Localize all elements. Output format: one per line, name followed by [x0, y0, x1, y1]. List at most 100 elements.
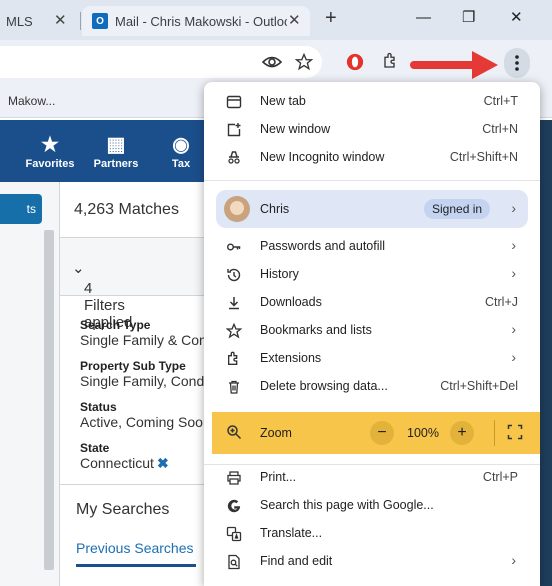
left-action-button[interactable]: ts	[0, 194, 42, 224]
fullscreen-icon[interactable]	[507, 424, 523, 440]
menu-new-tab[interactable]: New tab Ctrl+T	[204, 88, 540, 116]
menu-shortcut: Ctrl+P	[482, 470, 518, 484]
match-count: 4,263 Matches	[74, 201, 179, 218]
bookmark-item[interactable]: Makow...	[8, 94, 55, 108]
extensions-icon	[228, 351, 238, 365]
download-icon	[229, 297, 239, 310]
google-icon	[227, 499, 241, 513]
nav-tax[interactable]: ◉ Tax	[151, 134, 211, 170]
menu-shortcut: Ctrl+Shift+N	[449, 150, 518, 164]
menu-label: Print...	[260, 470, 297, 484]
menu-search-google[interactable]: Search this page with Google...	[204, 492, 540, 520]
menu-label: New window	[260, 122, 331, 136]
chevron-right-icon: ›	[511, 552, 516, 568]
menu-delete-data[interactable]: Delete browsing data... Ctrl+Shift+Del	[204, 373, 540, 401]
menu-kebab-icon[interactable]	[510, 53, 524, 73]
menu-zoom: Zoom − 100% +	[212, 412, 540, 454]
restore-button[interactable]: ❐	[462, 10, 475, 25]
active-tab-indicator	[76, 564, 196, 567]
zoom-out-button[interactable]: −	[370, 421, 394, 445]
trash-icon	[229, 380, 239, 394]
find-icon	[228, 554, 240, 570]
menu-label: Passwords and autofill	[260, 239, 386, 253]
outlook-icon: O	[92, 13, 108, 29]
chrome-menu: New tab Ctrl+T New window Ctrl+N New Inc…	[204, 82, 540, 586]
menu-incognito[interactable]: New Incognito window Ctrl+Shift+N	[204, 144, 540, 172]
filters-label: ⌄ 4 Filters applied	[72, 260, 133, 331]
chevron-right-icon: ›	[511, 265, 516, 281]
menu-divider	[204, 180, 540, 181]
address-bar[interactable]	[0, 46, 322, 78]
globe-icon: ◉	[172, 134, 190, 156]
menu-shortcut: Ctrl+Shift+Del	[440, 379, 518, 393]
menu-label: Translate...	[260, 526, 323, 540]
menu-find-edit[interactable]: Find and edit ›	[204, 548, 540, 576]
tab-outlook[interactable]: O Mail - Chris Makowski - Outlook ✕	[82, 6, 310, 36]
remove-filter-icon[interactable]: ✖	[157, 455, 169, 471]
menu-label: Search this page with Google...	[260, 498, 434, 512]
menu-translate[interactable]: Translate...	[204, 520, 540, 548]
left-column: ts	[0, 182, 60, 586]
chevron-right-icon: ›	[511, 349, 516, 365]
star-icon	[226, 323, 242, 339]
menu-label: Bookmarks and lists	[260, 323, 372, 337]
signed-in-badge: Signed in	[424, 199, 491, 219]
partners-icon: ▦	[106, 134, 126, 156]
zoom-label: Zoom	[260, 426, 292, 440]
scrollbar[interactable]	[44, 230, 54, 570]
tab-mls[interactable]: MLS ✕	[0, 6, 78, 36]
new-window-icon	[227, 123, 241, 137]
tab-strip: MLS ✕ O Mail - Chris Makowski - Outlook …	[0, 0, 552, 40]
printer-icon	[227, 471, 241, 485]
tab-title: MLS	[6, 13, 33, 29]
menu-print[interactable]: Print... Ctrl+P	[204, 464, 540, 492]
menu-shortcut: Ctrl+N	[482, 122, 518, 136]
annotation-arrow-head	[472, 51, 498, 79]
chevron-right-icon: ›	[511, 237, 516, 253]
close-window-button[interactable]: ✕	[510, 10, 523, 25]
incognito-icon	[228, 151, 240, 164]
menu-downloads[interactable]: Downloads Ctrl+J	[204, 289, 540, 317]
extensions-icon[interactable]	[382, 52, 400, 70]
nav-label: Favorites	[25, 158, 75, 170]
star-icon: ★	[41, 134, 59, 156]
menu-passwords[interactable]: Passwords and autofill ›	[204, 233, 540, 261]
new-tab-button[interactable]: +	[325, 8, 337, 28]
menu-label: New Incognito window	[260, 150, 385, 164]
zoom-icon	[227, 425, 242, 440]
menu-new-window[interactable]: New window Ctrl+N	[204, 116, 540, 144]
avatar	[224, 196, 250, 222]
new-tab-icon	[226, 95, 242, 109]
menu-bookmarks[interactable]: Bookmarks and lists ›	[204, 317, 540, 345]
menu-label: History	[260, 267, 299, 281]
tab-title: Mail - Chris Makowski - Outlook	[115, 13, 287, 29]
history-icon	[227, 268, 241, 282]
close-tab-icon[interactable]: ✕	[54, 13, 67, 28]
tab-separator	[80, 12, 81, 30]
close-tab-icon[interactable]: ✕	[288, 13, 301, 28]
menu-shortcut: Ctrl+J	[485, 295, 518, 309]
menu-profile[interactable]: Chris Signed in ›	[216, 190, 528, 228]
menu-label: Downloads	[260, 295, 322, 309]
annotation-arrow	[410, 61, 480, 69]
profile-name: Chris	[260, 202, 290, 216]
menu-label: Find and edit	[260, 554, 333, 568]
opera-icon[interactable]	[346, 53, 364, 71]
menu-label: Extensions	[260, 351, 322, 365]
nav-favorites[interactable]: ★ Favorites	[20, 134, 80, 170]
menu-label: New tab	[260, 94, 306, 108]
menu-extensions[interactable]: Extensions ›	[204, 345, 540, 373]
minimize-button[interactable]: —	[416, 10, 431, 25]
chevron-right-icon: ›	[511, 321, 516, 337]
key-icon	[227, 243, 241, 251]
zoom-level: 100%	[407, 426, 439, 440]
nav-partners[interactable]: ▦ Partners	[86, 134, 146, 170]
previous-searches-link[interactable]: Previous Searches	[76, 540, 194, 556]
nav-label: Partners	[93, 158, 139, 170]
zoom-in-button[interactable]: +	[450, 421, 474, 445]
star-icon[interactable]	[295, 53, 313, 71]
menu-shortcut: Ctrl+T	[483, 94, 518, 108]
menu-history[interactable]: History ›	[204, 261, 540, 289]
eye-icon[interactable]	[262, 54, 282, 70]
chevron-right-icon: ›	[511, 200, 516, 216]
